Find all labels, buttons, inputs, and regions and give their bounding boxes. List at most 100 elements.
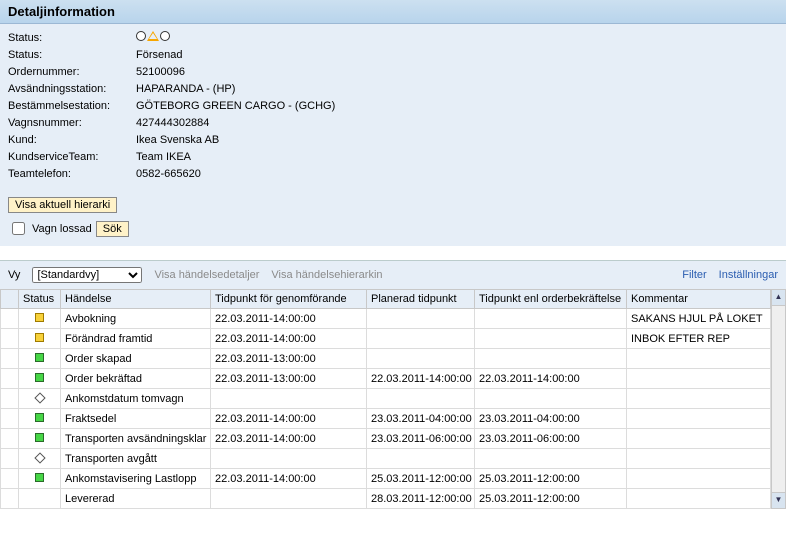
status-yellow-icon [35,333,44,342]
t3-cell [475,349,627,369]
t2-cell: 28.03.2011-12:00:00 [367,489,475,509]
status-diamond-icon [34,392,45,403]
t2-cell: 23.03.2011-04:00:00 [367,409,475,429]
event-cell: Transporten avgått [61,449,211,469]
t2-cell [367,449,475,469]
info-label: Kund: [8,132,136,149]
vertical-scrollbar[interactable]: ▲ ▼ [771,289,786,509]
info-label: Bestämmelsestation: [8,98,136,115]
scroll-track[interactable] [772,306,785,492]
info-value: 427444302884 [136,115,209,132]
row-selector[interactable] [1,329,19,349]
event-cell: Avbokning [61,309,211,329]
col-comment[interactable]: Kommentar [627,290,771,309]
vy-select[interactable]: [Standardvy] [32,267,142,283]
col-t3[interactable]: Tidpunkt enl orderbekräftelse [475,290,627,309]
comment-cell [627,469,771,489]
t2-cell [367,349,475,369]
col-t2[interactable]: Planerad tidpunkt [367,290,475,309]
row-selector[interactable] [1,309,19,329]
t3-cell [475,449,627,469]
show-hierarchy-button[interactable]: Visa aktuell hierarki [8,197,117,213]
table-row[interactable]: Transporten avgått [1,449,771,469]
panel-header: Detaljinformation [0,0,786,24]
scroll-down-icon[interactable]: ▼ [772,492,785,508]
col-t1[interactable]: Tidpunkt för genomförande [211,290,367,309]
search-button[interactable]: Sök [96,221,129,237]
status-cell [19,329,61,349]
col-status[interactable]: Status [19,290,61,309]
row-selector[interactable] [1,349,19,369]
table-row[interactable]: Ankomstdatum tomvagn [1,389,771,409]
comment-cell [627,409,771,429]
event-cell: Levererad [61,489,211,509]
comment-cell [627,369,771,389]
row-selector[interactable] [1,489,19,509]
settings-link[interactable]: Inställningar [719,269,778,281]
show-event-details-link[interactable]: Visa händelsedetaljer [154,269,259,281]
row-selector[interactable] [1,369,19,389]
t2-cell [367,389,475,409]
t3-cell: 22.03.2011-14:00:00 [475,369,627,389]
info-value: Team IKEA [136,149,191,166]
status-cell [19,369,61,389]
events-table: Status Händelse Tidpunkt för genomförand… [0,289,771,509]
row-selector[interactable] [1,469,19,489]
info-label: Ordernummer: [8,64,136,81]
event-cell: Fraktsedel [61,409,211,429]
t2-cell [367,309,475,329]
t3-cell: 23.03.2011-06:00:00 [475,429,627,449]
t1-cell: 22.03.2011-14:00:00 [211,409,367,429]
wagon-unloaded-checkbox[interactable] [12,222,25,235]
comment-cell [627,449,771,469]
row-selector[interactable] [1,449,19,469]
status-cell [19,349,61,369]
info-label: Vagnsnummer: [8,115,136,132]
table-row[interactable]: Avbokning22.03.2011-14:00:00SAKANS HJUL … [1,309,771,329]
t3-cell: 23.03.2011-04:00:00 [475,409,627,429]
t2-cell: 25.03.2011-12:00:00 [367,469,475,489]
t3-cell: 25.03.2011-12:00:00 [475,489,627,509]
info-value: 0582-665620 [136,166,201,183]
filter-link[interactable]: Filter [682,269,706,281]
row-selector[interactable] [1,429,19,449]
table-row[interactable]: Förändrad framtid22.03.2011-14:00:00INBO… [1,329,771,349]
status-green-icon [35,413,44,422]
t1-cell [211,389,367,409]
event-cell: Ankomstdatum tomvagn [61,389,211,409]
comment-cell [627,489,771,509]
table-row[interactable]: Order bekräftad22.03.2011-13:00:0022.03.… [1,369,771,389]
action-bar: Visa aktuell hierarki Vagn lossad Sök [0,193,786,246]
table-row[interactable]: Levererad 28.03.2011-12:00:0025.03.2011-1… [1,489,771,509]
status-triangle-icon [147,31,159,41]
table-row[interactable]: Order skapad22.03.2011-13:00:00 [1,349,771,369]
show-event-hierarchy-link[interactable]: Visa händelsehierarkin [271,269,382,281]
vy-label: Vy [8,269,20,281]
event-cell: Förändrad framtid [61,329,211,349]
event-cell: Transporten avsändningsklar [61,429,211,449]
status-green-icon [35,353,44,362]
table-row[interactable]: Ankomstavisering Lastlopp22.03.2011-14:0… [1,469,771,489]
info-label: Teamtelefon: [8,166,136,183]
status-cell [19,429,61,449]
comment-cell [627,389,771,409]
comment-cell: SAKANS HJUL PÅ LOKET [627,309,771,329]
t3-cell [475,389,627,409]
table-row[interactable]: Fraktsedel22.03.2011-14:00:0023.03.2011-… [1,409,771,429]
status-yellow-icon [35,313,44,322]
panel-title: Detaljinformation [8,4,115,19]
scroll-up-icon[interactable]: ▲ [772,290,785,306]
status-cell [19,389,61,409]
row-selector[interactable] [1,389,19,409]
table-row[interactable]: Transporten avsändningsklar22.03.2011-14… [1,429,771,449]
status-green-icon [35,433,44,442]
grid-toolbar: Vy [Standardvy] Visa händelsedetaljer Vi… [0,260,786,289]
col-event[interactable]: Händelse [61,290,211,309]
info-value: Försenad [136,47,182,64]
status-cell [19,469,61,489]
row-selector[interactable] [1,409,19,429]
info-value: Ikea Svenska AB [136,132,219,149]
t1-cell: 22.03.2011-14:00:00 [211,429,367,449]
col-select[interactable] [1,290,19,309]
status-cell [19,409,61,429]
